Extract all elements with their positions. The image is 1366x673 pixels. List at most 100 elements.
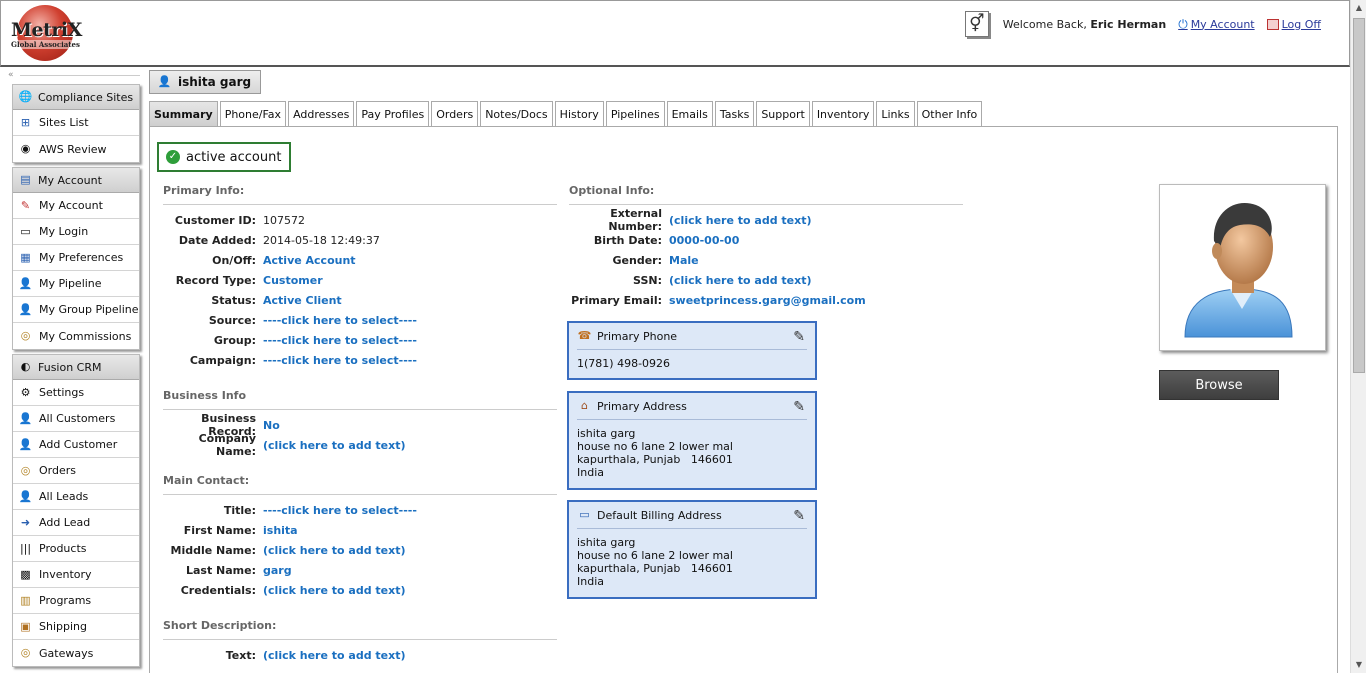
- sidebar-item-my-group-pipeline[interactable]: 👤 My Group Pipeline: [13, 297, 139, 323]
- user-name: Eric Herman: [1090, 17, 1167, 31]
- sidebar-item-my-pipeline[interactable]: 👤 My Pipeline: [13, 271, 139, 297]
- edit-pencil-icon[interactable]: ✎: [793, 399, 805, 415]
- field-label: Primary Email:: [571, 293, 662, 307]
- tab-notes-docs[interactable]: Notes/Docs: [480, 101, 553, 126]
- record-name: ishita garg: [178, 75, 252, 89]
- browse-button[interactable]: Browse: [1159, 370, 1279, 400]
- field-value-link[interactable]: ----click here to select----: [263, 504, 417, 517]
- sidebar-collapse[interactable]: «: [8, 70, 143, 84]
- field-value-link[interactable]: ----click here to select----: [263, 354, 417, 367]
- field-value-link[interactable]: ----click here to select----: [263, 314, 417, 327]
- field-value-link[interactable]: (click here to add text): [669, 274, 812, 287]
- field-value-link[interactable]: 0000-00-00: [669, 234, 739, 247]
- field-value-link[interactable]: (click here to add text): [263, 649, 406, 662]
- tab-support[interactable]: Support: [756, 101, 810, 126]
- sidebar-item-label: Programs: [39, 594, 92, 607]
- field-label: Text:: [225, 648, 256, 662]
- field-value-link[interactable]: (click here to add text): [669, 214, 812, 227]
- sidebar-head-my-account[interactable]: ▤ My Account: [13, 168, 139, 193]
- field-label: External Number:: [608, 207, 662, 233]
- sidebar-item-aws-review[interactable]: ◉ AWS Review: [13, 136, 139, 162]
- field-label: First Name:: [183, 523, 256, 537]
- tab-pay-profiles[interactable]: Pay Profiles: [356, 101, 430, 126]
- tab-pipelines[interactable]: Pipelines: [605, 101, 665, 126]
- sidebar-item-settings[interactable]: ⚙ Settings: [13, 380, 139, 406]
- field-value-link[interactable]: garg: [263, 564, 292, 577]
- summary-content: ✓ active account Primary Info: Customer …: [149, 126, 1338, 673]
- address-line: house no 6 lane 2 lower mal: [577, 440, 733, 453]
- field-value-link[interactable]: (click here to add text): [263, 439, 406, 452]
- sidebar-item-my-preferences[interactable]: ▦ My Preferences: [13, 245, 139, 271]
- address-line: house no 6 lane 2 lower mal: [577, 549, 733, 562]
- user-icon: 👤: [18, 302, 33, 316]
- sidebar-item-label: Settings: [39, 386, 85, 399]
- sidebar-head-fusion-crm[interactable]: ◐ Fusion CRM: [13, 355, 139, 380]
- tab-other-info[interactable]: Other Info: [916, 101, 983, 126]
- field-value-link[interactable]: Male: [669, 254, 699, 267]
- sidebar-item-label: My Group Pipeline: [39, 303, 139, 316]
- field-value: 2014-05-18 12:49:37: [263, 233, 380, 247]
- tab-inventory[interactable]: Inventory: [811, 101, 875, 126]
- edit-pencil-icon[interactable]: ✎: [793, 329, 805, 345]
- field-birth-date: Birth Date: 0000-00-00: [563, 232, 740, 248]
- sidebar-item-label: Products: [39, 542, 87, 555]
- field-value-link[interactable]: ishita: [263, 524, 298, 537]
- user-area: ⚥ Welcome Back, Eric Herman ⏻ My Account …: [964, 10, 1321, 38]
- field-value-link[interactable]: (click here to add text): [263, 544, 406, 557]
- tab-history[interactable]: History: [554, 101, 604, 126]
- metrix-logo[interactable]: MetriX Global Associates: [9, 5, 85, 63]
- field-value-link[interactable]: Active Account: [263, 254, 356, 267]
- field-value-link[interactable]: ----click here to select----: [263, 334, 417, 347]
- logoff-link[interactable]: Log Off: [1266, 18, 1321, 31]
- logo-subtext: Global Associates: [11, 40, 80, 49]
- sidebar-item-products[interactable]: ||| Products: [13, 536, 139, 562]
- tab-orders[interactable]: Orders: [431, 101, 479, 126]
- tab-emails[interactable]: Emails: [666, 101, 713, 126]
- sidebar-item-orders[interactable]: ◎ Orders: [13, 458, 139, 484]
- sidebar-item-label: My Pipeline: [39, 277, 102, 290]
- tab-tasks[interactable]: Tasks: [714, 101, 755, 126]
- sidebar-item-all-leads[interactable]: 👤 All Leads: [13, 484, 139, 510]
- scroll-up-arrow[interactable]: ▲: [1351, 0, 1366, 16]
- field-customer-id: Customer ID: 107572: [163, 212, 305, 228]
- sidebar-item-programs[interactable]: ▥ Programs: [13, 588, 139, 614]
- sidebar-item-add-customer[interactable]: 👤 Add Customer: [13, 432, 139, 458]
- field-value-link[interactable]: sweetprincess.garg@gmail.com: [669, 294, 866, 307]
- sidebar-item-my-login[interactable]: ▭ My Login: [13, 219, 139, 245]
- divider: [569, 204, 963, 205]
- tab-summary[interactable]: Summary: [149, 101, 218, 126]
- field-value-link[interactable]: (click here to add text): [263, 584, 406, 597]
- scroll-down-arrow[interactable]: ▼: [1351, 657, 1366, 673]
- sidebar-head-compliance-sites[interactable]: 🌐 Compliance Sites: [13, 85, 139, 110]
- app-header: MetriX Global Associates ⚥ Welcome Back,…: [0, 0, 1350, 67]
- scroll-thumb[interactable]: [1353, 18, 1365, 373]
- field-value-link[interactable]: No: [263, 419, 280, 432]
- vertical-scrollbar[interactable]: ▲ ▼: [1350, 0, 1366, 673]
- gear-icon: ⚙: [20, 385, 31, 399]
- field-label: Birth Date:: [593, 233, 662, 247]
- sidebar-item-label: Shipping: [39, 620, 87, 633]
- sidebar-item-my-account[interactable]: ✎ My Account: [13, 193, 139, 219]
- sidebar-item-label: Sites List: [39, 116, 89, 129]
- tab-phone-fax[interactable]: Phone/Fax: [219, 101, 287, 126]
- field-label: Group:: [213, 333, 256, 347]
- field-value-link[interactable]: Customer: [263, 274, 323, 287]
- sidebar-item-gateways[interactable]: ◎ Gateways: [13, 640, 139, 666]
- tab-addresses[interactable]: Addresses: [288, 101, 355, 126]
- sidebar-item-my-commissions[interactable]: ◎ My Commissions: [13, 323, 139, 349]
- barcode-icon: |||: [19, 541, 32, 555]
- field-value-link[interactable]: Active Client: [263, 294, 342, 307]
- disc-icon: ◉: [20, 142, 31, 155]
- sidebar-item-add-lead[interactable]: ➜ Add Lead: [13, 510, 139, 536]
- sidebar-group-compliance: 🌐 Compliance Sites ⊞ Sites List ◉ AWS Revie…: [12, 84, 140, 163]
- sidebar-item-sites-list[interactable]: ⊞ Sites List: [13, 110, 139, 136]
- field-label: Customer ID:: [174, 213, 256, 227]
- my-account-link[interactable]: ⏻ My Account: [1178, 17, 1254, 32]
- record-tab[interactable]: 👤 ishita garg: [149, 70, 262, 94]
- sidebar-item-shipping[interactable]: ▣ Shipping: [13, 614, 139, 640]
- edit-pencil-icon[interactable]: ✎: [793, 508, 805, 524]
- sidebar-item-inventory[interactable]: ▩ Inventory: [13, 562, 139, 588]
- field-ssn: SSN: (click here to add text): [563, 272, 812, 288]
- sidebar-item-all-customers[interactable]: 👤 All Customers: [13, 406, 139, 432]
- tab-links[interactable]: Links: [876, 101, 915, 126]
